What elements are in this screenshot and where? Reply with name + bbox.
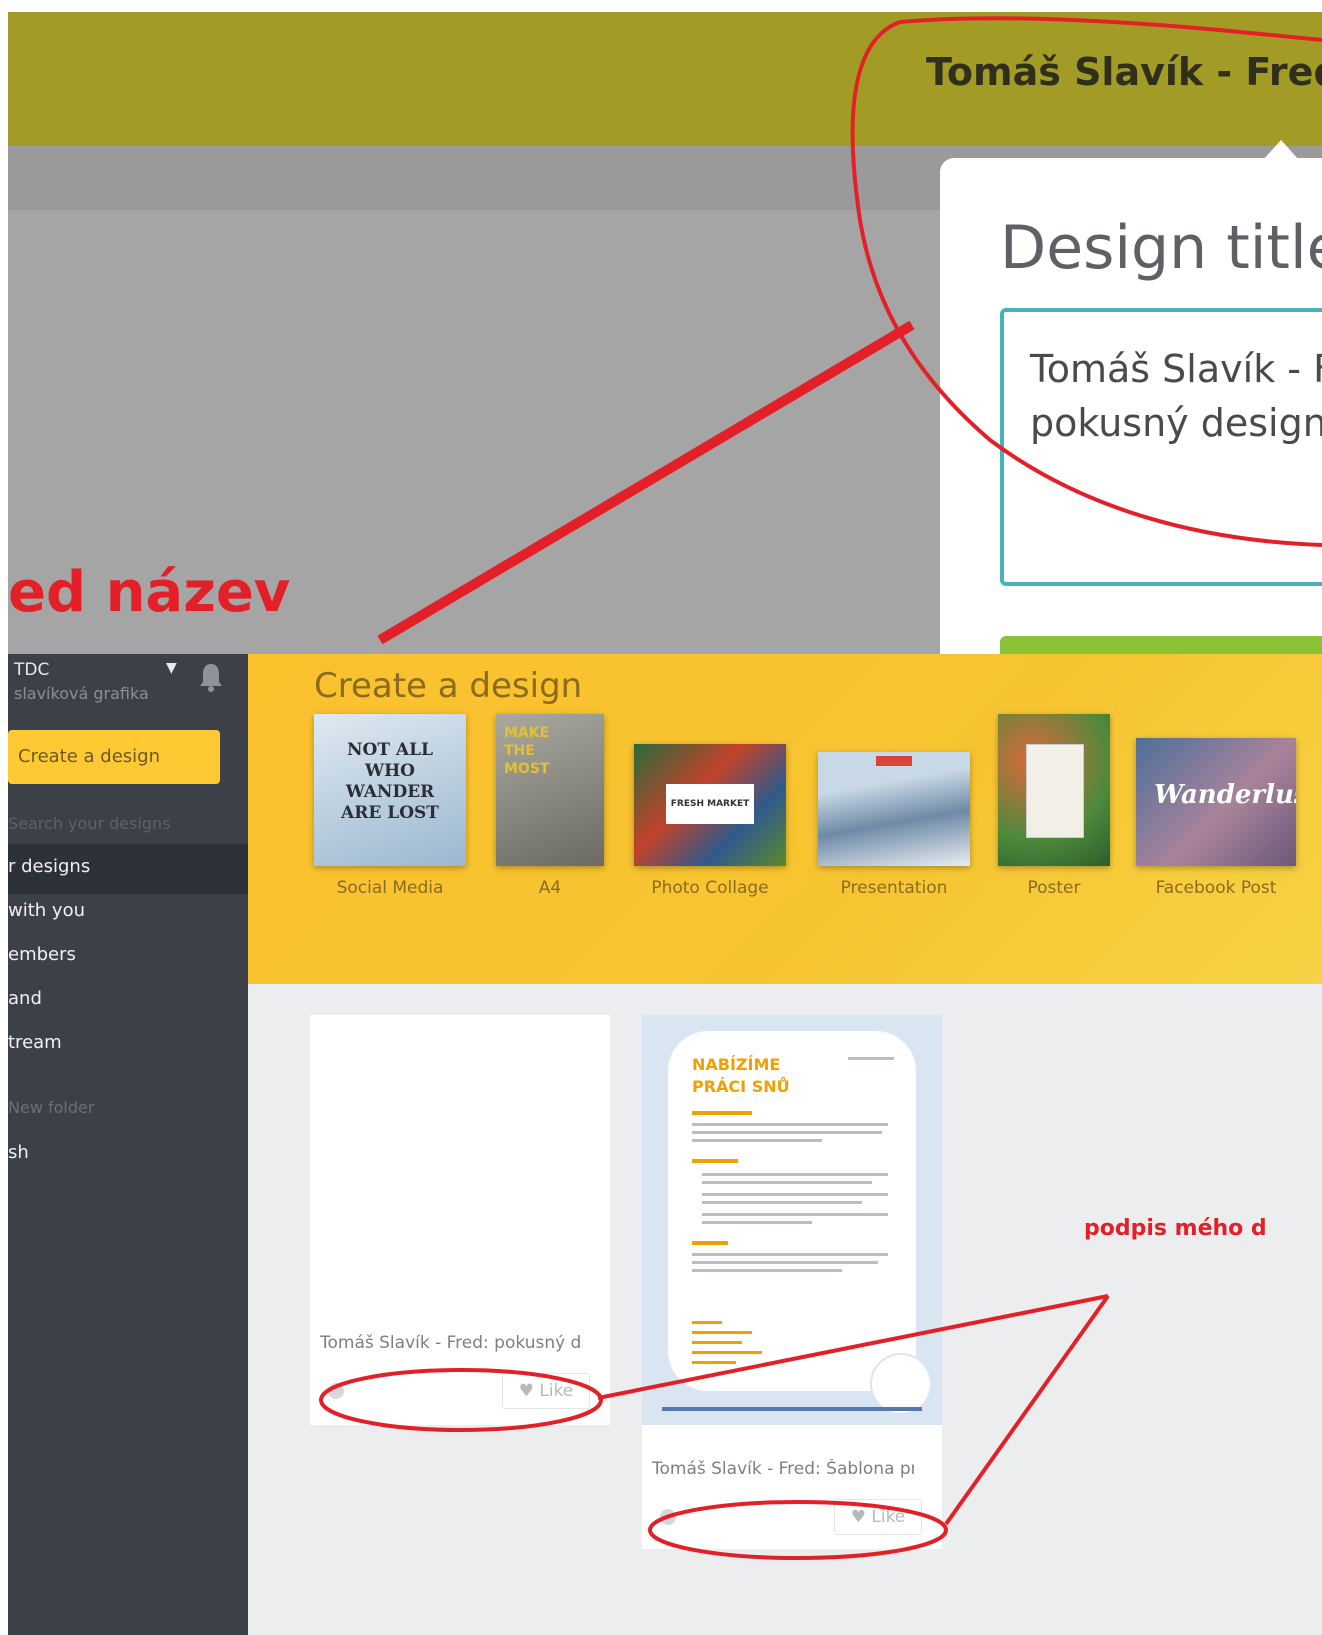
template-poster[interactable]: Poster: [998, 702, 1110, 902]
flyer-title: PRÁCI SNŮ: [692, 1077, 790, 1096]
like-button[interactable]: ♥ Like: [502, 1373, 590, 1409]
flyer-text-line: [702, 1181, 872, 1184]
flyer-text-line: [702, 1213, 888, 1216]
flyer-footer-line: [662, 1407, 922, 1411]
team-name[interactable]: TDC: [14, 660, 49, 680]
design-caption[interactable]: Tomáš Slavík - Fred: Šablona pro...: [652, 1459, 914, 1479]
thumbnail-badge: [876, 756, 912, 766]
flyer-text-line: [702, 1193, 888, 1196]
search-designs-label[interactable]: Search your designs: [8, 814, 171, 833]
template-presentation[interactable]: Presentation: [818, 702, 970, 902]
template-thumbnail: FRESH MARKET: [634, 744, 786, 866]
flyer-contact-line: [692, 1321, 722, 1324]
flyer-text-line: [692, 1261, 878, 1264]
thumbnail-text: FRESH MARKET: [666, 784, 754, 824]
create-design-panel: Create a design NOT ALL WHO WANDER ARE L…: [248, 654, 1322, 984]
template-label: A4: [538, 878, 562, 898]
sidebar-item-trash[interactable]: sh: [8, 1142, 29, 1163]
like-label: Like: [539, 1381, 574, 1401]
flyer-body: NABÍZÍME PRÁCI SNŮ: [668, 1031, 916, 1391]
thumbnail-text: NOT ALL WHO WANDER ARE LOST: [341, 740, 439, 823]
template-thumbnail: Wanderlust: [1136, 738, 1296, 866]
annotation-label: ed název: [8, 560, 291, 625]
new-folder-link[interactable]: New folder: [8, 1098, 94, 1117]
template-thumbnail: [998, 714, 1110, 866]
template-social-media[interactable]: NOT ALL WHO WANDER ARE LOST Social Media: [314, 702, 466, 902]
create-design-heading: Create a design: [314, 666, 583, 706]
flyer-seal-logo: [870, 1353, 932, 1415]
template-label: Photo Collage: [651, 878, 769, 898]
thumbnail-card: [1026, 744, 1084, 838]
flyer-text-line: [702, 1173, 888, 1176]
design-card[interactable]: Tomáš Slavík - Fred: pokusný de... ♥ Lik…: [310, 1015, 610, 1425]
sidebar: TDC slavíková grafika ▼ Create a design …: [8, 654, 264, 1635]
flyer-text-line: [692, 1131, 882, 1134]
annotation-label: podpis mého d: [1084, 1216, 1267, 1241]
flyer-text-line: [702, 1201, 862, 1204]
template-label: Poster: [1027, 878, 1081, 898]
flyer-section-title: [692, 1111, 752, 1115]
template-facebook-post[interactable]: Wanderlust Facebook Post: [1136, 702, 1296, 902]
flyer-text-line: [702, 1221, 812, 1224]
template-photo-collage[interactable]: FRESH MARKET Photo Collage: [634, 702, 786, 902]
bell-icon[interactable]: [198, 662, 224, 692]
popup-pointer: [1263, 140, 1299, 160]
flyer-text-line: [692, 1253, 888, 1256]
save-title-button[interactable]: [1000, 636, 1322, 654]
design-title-screenshot: Tomáš Slavík - Fred: Design title Tomáš …: [8, 12, 1322, 654]
template-label: Presentation: [840, 878, 948, 898]
thumbnail-text: MAKE THE MOST: [504, 725, 550, 777]
like-button[interactable]: ♥ Like: [834, 1499, 922, 1535]
flyer-contact-line: [692, 1351, 762, 1354]
create-design-button[interactable]: Create a design: [8, 730, 220, 784]
flyer-title: NABÍZÍME: [692, 1055, 781, 1074]
template-a4[interactable]: MAKE THE MOST A4: [496, 702, 604, 902]
flyer-contact-line: [692, 1341, 742, 1344]
template-thumbnail: [818, 752, 970, 866]
flyer-contact-line: [692, 1361, 736, 1364]
design-title-popup: Design title Tomáš Slavík - Fr pokusný d…: [940, 158, 1322, 654]
flyer-text-line: [692, 1123, 888, 1126]
canva-dashboard-screenshot: TDC slavíková grafika ▼ Create a design …: [8, 654, 1322, 1635]
design-thumbnail[interactable]: NABÍZÍME PRÁCI SNŮ: [642, 1015, 942, 1425]
flyer-text-line: [848, 1057, 894, 1060]
template-thumbnail: MAKE THE MOST: [496, 714, 604, 866]
flyer-section-title: [692, 1159, 738, 1163]
design-title-input[interactable]: Tomáš Slavík - Fr pokusný design: [1000, 308, 1322, 586]
design-card[interactable]: NABÍZÍME PRÁCI SNŮ Tomáš Slavík - Fred: …: [642, 1015, 942, 1549]
flyer-section-title: [692, 1241, 728, 1245]
flyer-text-line: [692, 1139, 822, 1142]
popup-heading: Design title: [1000, 213, 1322, 283]
template-label: Social Media: [336, 878, 444, 898]
thumbnail-text: Wanderlust: [1154, 780, 1296, 810]
team-subtitle: slavíková grafika: [14, 684, 149, 703]
design-options-icon[interactable]: [660, 1509, 676, 1525]
chevron-down-icon[interactable]: ▼: [166, 660, 177, 676]
like-label: Like: [871, 1507, 906, 1527]
flyer-contact-line: [692, 1331, 752, 1334]
document-title[interactable]: Tomáš Slavík - Fred:: [926, 50, 1322, 94]
template-thumbnail: NOT ALL WHO WANDER ARE LOST: [314, 714, 466, 866]
sidebar-item-shared-with-you[interactable]: with you: [8, 900, 85, 921]
template-label: Facebook Post: [1155, 878, 1277, 898]
sidebar-item-brand[interactable]: and: [8, 988, 42, 1009]
flyer-text-line: [692, 1269, 842, 1272]
design-thumbnail[interactable]: [310, 1015, 610, 1315]
sidebar-item-your-designs[interactable]: r designs: [8, 856, 90, 877]
sidebar-item-stream[interactable]: tream: [8, 1032, 62, 1053]
sidebar-item-members[interactable]: embers: [8, 944, 76, 965]
design-options-icon[interactable]: [328, 1383, 344, 1399]
design-caption[interactable]: Tomáš Slavík - Fred: pokusný de...: [320, 1333, 582, 1353]
